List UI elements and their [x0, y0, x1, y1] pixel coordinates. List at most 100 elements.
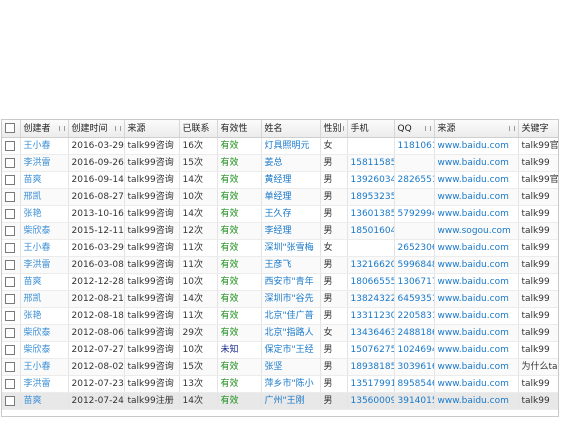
row-checkbox[interactable] — [2, 137, 21, 155]
cell-creator[interactable]: 王小春 — [20, 358, 69, 376]
cell-qq[interactable]: 1181061 — [394, 137, 435, 155]
cell-qq[interactable] — [394, 222, 435, 240]
table-row[interactable]: 柴欣泰 2012-08-06 talk99咨询 29次 有效 北京"指路人女 1343646… — [2, 324, 558, 342]
cell-source-url[interactable]: www.baidu.com — [434, 375, 519, 393]
sort-grip-icon[interactable] — [114, 126, 121, 131]
cell-name[interactable]: 单经理 — [261, 188, 321, 206]
row-checkbox[interactable] — [2, 358, 21, 376]
cell-qq[interactable]: 1306717 — [394, 273, 435, 291]
cell-creator[interactable]: 苗爽 — [20, 273, 69, 291]
cell-phone[interactable]: 18066555 — [347, 273, 395, 291]
row-checkbox[interactable] — [2, 205, 21, 223]
cell-phone[interactable]: 18938185 — [347, 358, 395, 376]
cell-qq[interactable]: 6459351 — [394, 290, 435, 308]
cell-phone[interactable]: 13601385 — [347, 205, 395, 223]
cell-name[interactable]: 王彦飞 — [261, 256, 321, 274]
cell-source-url[interactable]: www.baidu.com — [434, 290, 519, 308]
col-header-keyword[interactable]: 关键字 — [518, 120, 558, 138]
col-header-qq[interactable]: QQ — [394, 120, 435, 138]
row-checkbox[interactable] — [2, 307, 21, 325]
cell-name[interactable]: 萍乡市"陈小 — [261, 375, 321, 393]
col-header-validity[interactable]: 有效性 — [217, 120, 262, 138]
table-row[interactable]: 李洪雷 2012-07-23 talk99咨询 13次 有效 萍乡市"陈小男 1351799… — [2, 375, 558, 393]
col-header-contacted[interactable]: 已联系 — [179, 120, 218, 138]
row-checkbox[interactable] — [2, 341, 21, 359]
cell-qq[interactable]: 2488186 — [394, 324, 435, 342]
cell-qq[interactable]: 1024694 — [394, 341, 435, 359]
table-row[interactable]: 王小春 2012-08-02 talk99咨询 15次 有效 张坚男 18938185 303… — [2, 358, 558, 376]
cell-creator[interactable]: 李洪雷 — [20, 256, 69, 274]
cell-name[interactable]: 张坚 — [261, 358, 321, 376]
table-row[interactable]: 邢凯 2012-08-21 talk99咨询 14次 有效 深圳市"谷先男 13824322… — [2, 290, 558, 308]
col-header-created-time[interactable]: 创建时间 — [68, 120, 125, 138]
cell-phone[interactable] — [347, 239, 395, 257]
cell-qq[interactable]: 5996848 — [394, 256, 435, 274]
row-checkbox[interactable] — [2, 154, 21, 172]
cell-name[interactable]: 黄经理 — [261, 171, 321, 189]
cell-phone[interactable] — [347, 137, 395, 155]
sort-grip-icon[interactable] — [58, 126, 65, 131]
cell-creator[interactable]: 李洪雷 — [20, 375, 69, 393]
row-checkbox[interactable] — [2, 256, 21, 274]
row-checkbox[interactable] — [2, 375, 21, 393]
select-all-checkbox[interactable] — [2, 120, 21, 138]
table-row[interactable]: 柴欣泰 2012-07-27 talk99咨询 10次 未知 保定市"王经男 1507627… — [2, 341, 558, 359]
cell-phone[interactable]: 15811585 — [347, 154, 395, 172]
cell-source-url[interactable]: www.baidu.com — [434, 256, 519, 274]
cell-qq[interactable]: 3039616 — [394, 358, 435, 376]
cell-name[interactable]: 西安市"青年 — [261, 273, 321, 291]
cell-phone[interactable]: 13436463 — [347, 324, 395, 342]
col-header-source-url[interactable]: 来源 — [434, 120, 519, 138]
cell-creator[interactable]: 王小春 — [20, 239, 69, 257]
col-header-gender[interactable]: 性别 — [320, 120, 348, 138]
cell-qq[interactable]: 5792994 — [394, 205, 435, 223]
cell-qq[interactable]: 3914015 — [394, 392, 435, 410]
col-header-phone[interactable]: 手机 — [347, 120, 395, 138]
col-header-source[interactable]: 来源 — [124, 120, 180, 138]
cell-phone[interactable]: 13926034 — [347, 171, 395, 189]
cell-source-url[interactable]: www.baidu.com — [434, 307, 519, 325]
table-row[interactable]: 李洪雷 2016-03-08 talk99咨询 11次 有效 王彦飞男 13216620 59… — [2, 256, 558, 274]
cell-phone[interactable]: 13311230 — [347, 307, 395, 325]
cell-creator[interactable]: 邢凯 — [20, 290, 69, 308]
cell-creator[interactable]: 王小春 — [20, 137, 69, 155]
cell-phone[interactable]: 18501604 — [347, 222, 395, 240]
table-row[interactable]: 苗爽 2012-07-24 talk99注册 14次 有效 广州"王刚男 13560009 3… — [2, 392, 558, 410]
cell-phone[interactable]: 13824322 — [347, 290, 395, 308]
cell-source-url[interactable]: www.baidu.com — [434, 205, 519, 223]
cell-name[interactable]: 深圳市"谷先 — [261, 290, 321, 308]
cell-source-url[interactable]: www.sogou.com — [434, 222, 519, 240]
cell-qq[interactable] — [394, 188, 435, 206]
sort-grip-icon[interactable] — [508, 126, 515, 131]
cell-source-url[interactable]: www.baidu.com — [434, 137, 519, 155]
table-row[interactable]: 苗爽 2016-09-14 talk99咨询 14次 有效 黄经理男 13926034 282… — [2, 171, 558, 189]
cell-qq[interactable]: 2652306 — [394, 239, 435, 257]
row-checkbox[interactable] — [2, 239, 21, 257]
row-checkbox[interactable] — [2, 171, 21, 189]
row-checkbox[interactable] — [2, 290, 21, 308]
cell-name[interactable]: 北京"指路人 — [261, 324, 321, 342]
row-checkbox[interactable] — [2, 222, 21, 240]
cell-qq[interactable] — [394, 154, 435, 172]
cell-name[interactable]: 深圳"张雪梅 — [261, 239, 321, 257]
sort-grip-icon[interactable] — [337, 126, 344, 131]
cell-phone[interactable]: 13560009 — [347, 392, 395, 410]
cell-name[interactable]: 王久存 — [261, 205, 321, 223]
cell-creator[interactable]: 张艳 — [20, 205, 69, 223]
table-row[interactable]: 王小春 2016-03-29 talk99咨询 16次 有效 灯具照明元女 1181061 w… — [2, 137, 558, 155]
table-row[interactable]: 张艳 2012-08-18 talk99咨询 11次 有效 北京"佳广普男 13311230… — [2, 307, 558, 325]
cell-phone[interactable]: 13216620 — [347, 256, 395, 274]
col-header-name[interactable]: 姓名 — [261, 120, 321, 138]
cell-phone[interactable]: 18953235 — [347, 188, 395, 206]
cell-creator[interactable]: 柴欣泰 — [20, 324, 69, 342]
row-checkbox[interactable] — [2, 188, 21, 206]
col-header-creator[interactable]: 创建者 — [20, 120, 69, 138]
cell-source-url[interactable]: www.baidu.com — [434, 171, 519, 189]
cell-source-url[interactable]: www.baidu.com — [434, 154, 519, 172]
cell-name[interactable]: 李经理 — [261, 222, 321, 240]
cell-name[interactable]: 北京"佳广普 — [261, 307, 321, 325]
cell-creator[interactable]: 柴欣泰 — [20, 341, 69, 359]
cell-phone[interactable]: 13517991 — [347, 375, 395, 393]
cell-source-url[interactable]: www.baidu.com — [434, 239, 519, 257]
row-checkbox[interactable] — [2, 273, 21, 291]
